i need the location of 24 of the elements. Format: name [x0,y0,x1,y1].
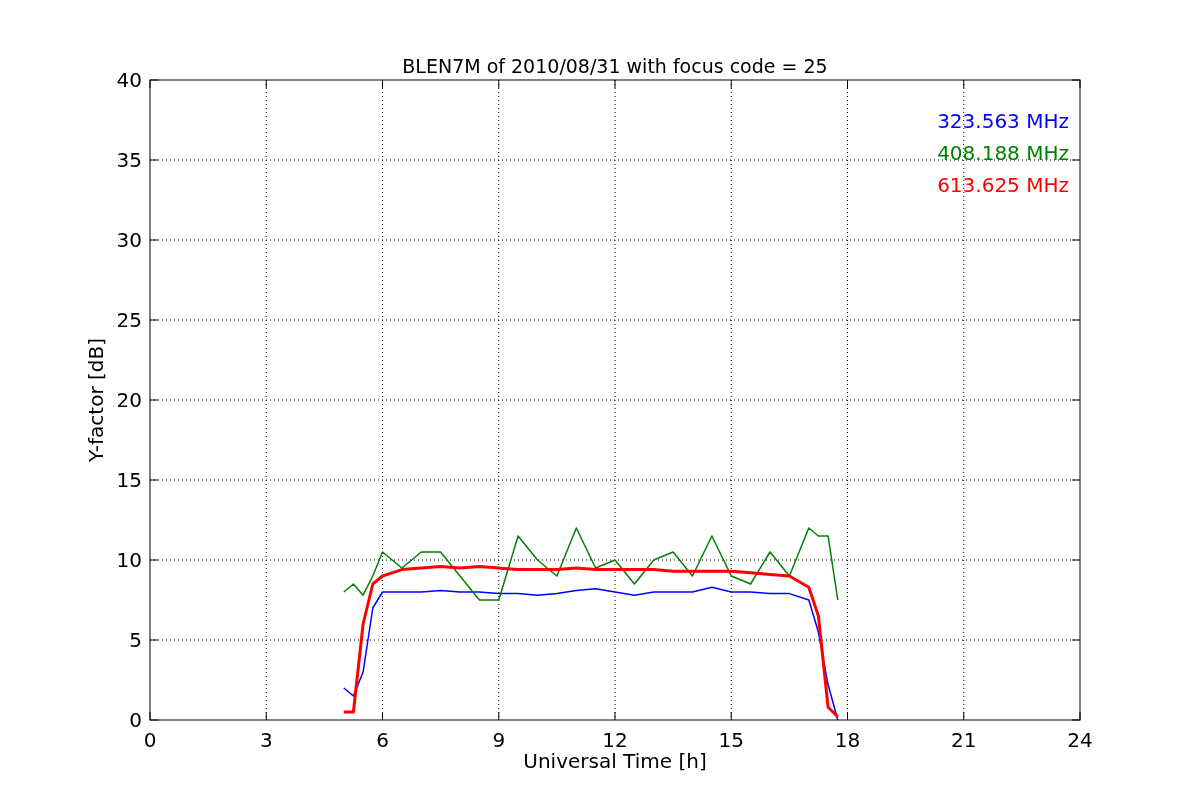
tick-label: 3 [259,728,273,752]
axis-label: Y-factor [dB] [84,338,108,462]
tick-label: 21 [951,728,977,752]
tick-label: 35 [116,148,142,172]
tick-label: 10 [116,548,142,572]
legend-label: 408.188 MHz [937,141,1069,165]
tick-label: 18 [834,728,861,752]
tick-label: 24 [1067,728,1093,752]
tick-label: 15 [116,468,142,492]
axis-label: Universal Time [h] [523,749,707,773]
tick-label: 30 [116,228,142,252]
tick-label: 9 [492,728,506,752]
tick-label: 0 [129,708,142,732]
tick-label: 40 [116,68,142,92]
chart-title: BLEN7M of 2010/08/31 with focus code = 25 [402,55,828,77]
tick-label: 0 [143,728,157,752]
tick-label: 12 [602,728,628,752]
tick-label: 6 [376,728,389,752]
tick-label: 20 [116,388,142,412]
legend-label: 613.625 MHz [937,173,1069,197]
tick-label: 25 [116,308,142,332]
tick-label: 15 [718,728,744,752]
tick-label: 5 [129,628,142,652]
legend-label: 323.563 MHz [937,109,1069,133]
